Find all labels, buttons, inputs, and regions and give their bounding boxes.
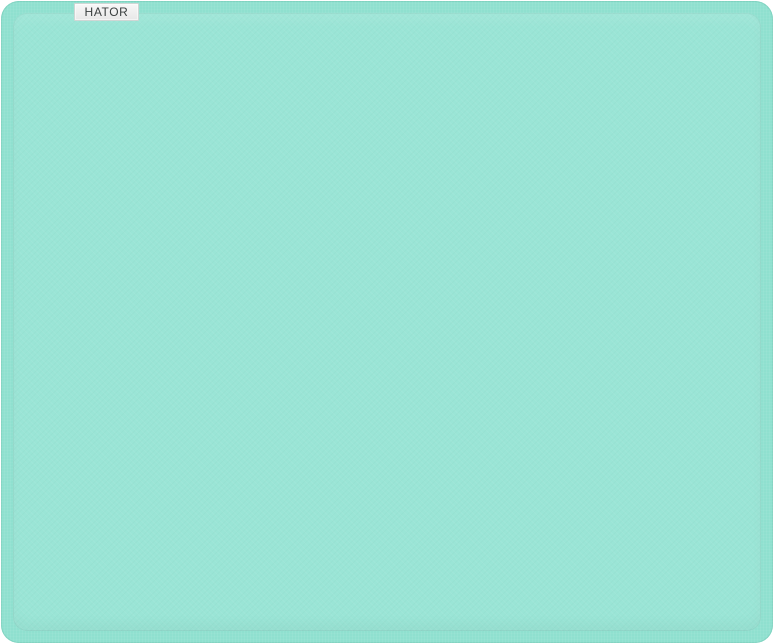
mouse-pad: HATOR xyxy=(1,1,773,643)
brand-tag-text: HATOR xyxy=(84,5,129,19)
mouse-pad-surface xyxy=(13,13,761,631)
image-canvas: HATOR xyxy=(0,0,774,644)
brand-tag: HATOR xyxy=(74,3,139,21)
